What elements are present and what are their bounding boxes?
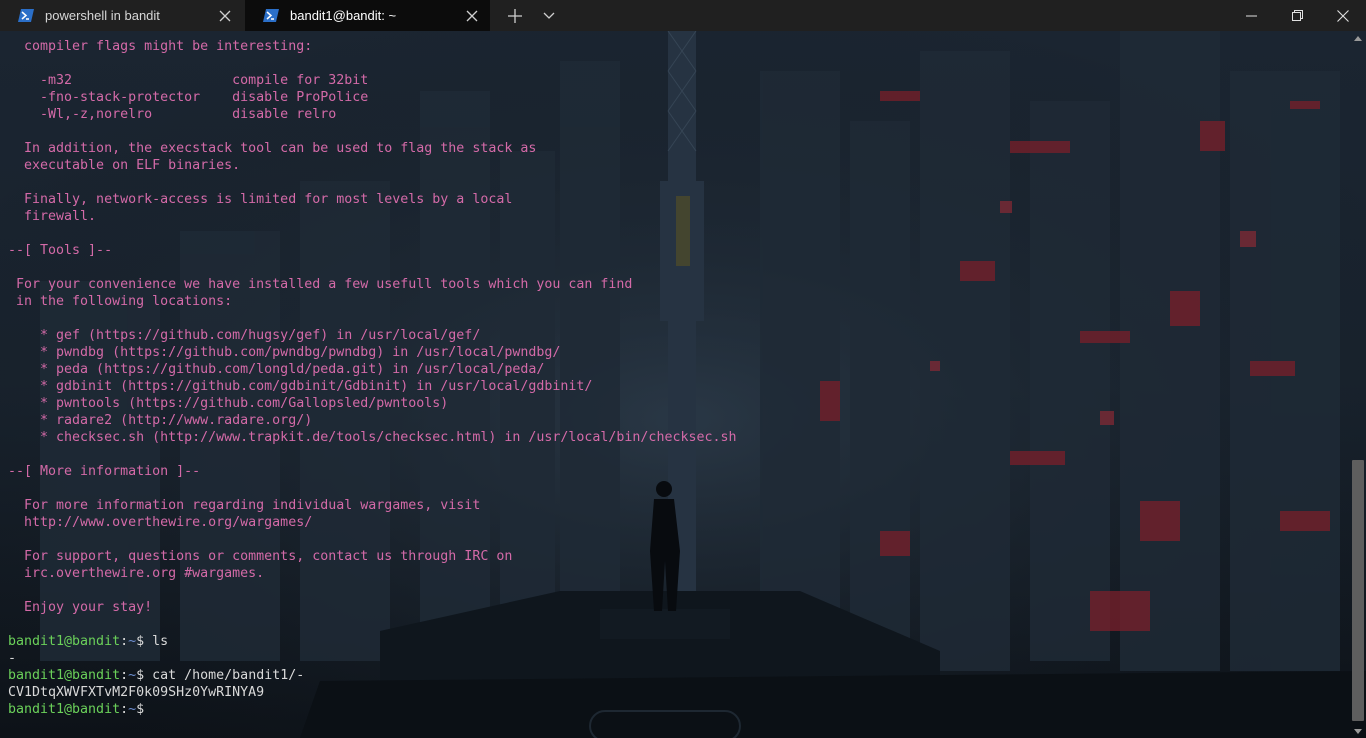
close-icon <box>1337 9 1349 22</box>
prompt-user: bandit1@bandit <box>8 668 121 683</box>
terminal-text-line: Finally, network-access is limited for m… <box>8 192 513 207</box>
terminal-text-line <box>8 174 1348 191</box>
plus-icon <box>508 8 522 23</box>
prompt-line: bandit1@bandit:~$ cat /home/bandit1/- <box>8 667 1348 684</box>
minimize-icon <box>1245 15 1257 16</box>
terminal-text-line: http://www.overthewire.org/wargames/ <box>8 515 313 530</box>
restore-button[interactable] <box>1274 0 1320 31</box>
terminal-text-line: * peda (https://github.com/longld/peda.g… <box>8 362 545 377</box>
terminal-text-line <box>8 123 1348 140</box>
command-output: CV1DtqXWVFXTvM2F0k09SHz0YwRINYA9 <box>8 685 265 700</box>
terminal-text-line: --[ More information ]-- <box>8 464 201 479</box>
powershell-icon <box>18 9 34 22</box>
terminal-pane[interactable]: compiler flags might be interesting: -m3… <box>0 31 1366 738</box>
terminal-text-line: For support, questions or comments, cont… <box>8 549 513 564</box>
tab-title: powershell in bandit <box>45 8 160 23</box>
prompt-symbol: $ <box>136 668 153 683</box>
restore-icon <box>1291 10 1303 21</box>
terminal-text-line: For more information regarding individua… <box>8 498 481 513</box>
tab-bandit1-at-bandit[interactable]: bandit1@bandit: ~ <box>245 0 490 31</box>
prompt-line: bandit1@bandit:~$ <box>8 701 1348 718</box>
terminal-text-line: * pwntools (https://github.com/Gallopsle… <box>8 396 449 411</box>
prompt-line: bandit1@bandit:~$ ls <box>8 633 1348 650</box>
tab-dropdown-button[interactable] <box>532 0 566 31</box>
terminal-text-line <box>8 55 1348 72</box>
terminal-text-line: -Wl,-z,norelro disable relro <box>8 107 337 122</box>
terminal-text-line: For your convenience we have installed a… <box>8 277 633 292</box>
prompt-path: ~ <box>128 668 137 683</box>
prompt-path: ~ <box>128 702 137 717</box>
prompt-user: bandit1@bandit <box>8 702 121 717</box>
tab-title: bandit1@bandit: ~ <box>290 8 397 23</box>
prompt-symbol: $ <box>136 702 153 717</box>
prompt-colon: : <box>120 702 129 717</box>
terminal-text-line: -fno-stack-protector disable ProPolice <box>8 90 369 105</box>
tab-powershell-in-bandit[interactable]: powershell in bandit <box>0 0 243 31</box>
terminal-text-line: * radare2 (http://www.radare.org/) <box>8 413 313 428</box>
terminal-text-line: * gdbinit (https://github.com/gdbinit/Gd… <box>8 379 593 394</box>
vertical-scrollbar[interactable] <box>1350 31 1366 738</box>
window-controls <box>1228 0 1366 31</box>
terminal-text-line: compiler flags might be interesting: <box>8 39 313 54</box>
chevron-up-icon <box>1354 35 1362 41</box>
command-output: - <box>8 651 17 666</box>
terminal-text-line: in the following locations: <box>8 294 233 309</box>
terminal-text-line <box>8 480 1348 497</box>
terminal-text-line <box>8 259 1348 276</box>
terminal-text-line <box>8 616 1348 633</box>
prompt-user: bandit1@bandit <box>8 634 121 649</box>
terminal-text-line: -m32 compile for 32bit <box>8 73 369 88</box>
terminal-output: compiler flags might be interesting: -m3… <box>8 38 1348 718</box>
scroll-up-button[interactable] <box>1350 31 1366 45</box>
chevron-down-icon <box>1354 728 1362 734</box>
close-window-button[interactable] <box>1320 0 1366 31</box>
terminal-text-line: firewall. <box>8 209 97 224</box>
terminal-cursor[interactable] <box>152 701 160 716</box>
terminal-text-line: In addition, the execstack tool can be u… <box>8 141 537 156</box>
prompt-symbol: $ <box>136 634 153 649</box>
tab-bar: powershell in bandit bandit1@bandit: ~ <box>0 0 1366 31</box>
minimize-button[interactable] <box>1228 0 1274 31</box>
terminal-text-line <box>8 531 1348 548</box>
scrollbar-thumb[interactable] <box>1352 460 1364 721</box>
terminal-text-line <box>8 310 1348 327</box>
chevron-down-icon <box>543 12 555 19</box>
terminal-text-line <box>8 582 1348 599</box>
terminal-text-line <box>8 225 1348 242</box>
terminal-text-line: irc.overthewire.org #wargames. <box>8 566 265 581</box>
close-tab-icon[interactable] <box>217 8 233 24</box>
terminal-text-line: * gef (https://github.com/hugsy/gef) in … <box>8 328 481 343</box>
terminal-text-line: * pwndbg (https://github.com/pwndbg/pwnd… <box>8 345 561 360</box>
command-text: ls <box>152 634 169 649</box>
prompt-colon: : <box>120 634 129 649</box>
new-tab-button[interactable] <box>498 0 532 31</box>
terminal-text-line: * checksec.sh (http://www.trapkit.de/too… <box>8 430 737 445</box>
prompt-colon: : <box>120 668 129 683</box>
prompt-path: ~ <box>128 634 137 649</box>
terminal-text-line: --[ Tools ]-- <box>8 243 113 258</box>
terminal-text-line: Enjoy your stay! <box>8 600 153 615</box>
powershell-icon <box>263 9 279 22</box>
scroll-down-button[interactable] <box>1350 724 1366 738</box>
close-tab-icon[interactable] <box>464 8 480 24</box>
command-text: cat /home/bandit1/- <box>152 668 305 683</box>
terminal-text-line <box>8 446 1348 463</box>
terminal-text-line: executable on ELF binaries. <box>8 158 241 173</box>
